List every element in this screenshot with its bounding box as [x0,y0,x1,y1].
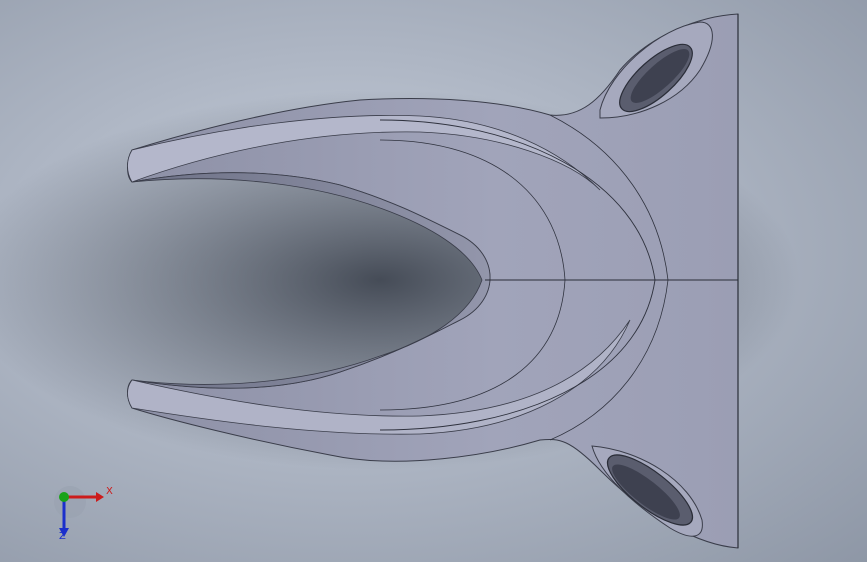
view-orientation-triad: X Z [44,482,114,544]
z-axis-label: Z [59,531,66,542]
triad-svg [54,486,104,537]
graphics-viewport[interactable]: X Z [0,0,867,562]
y-axis-dot [59,492,69,502]
model-view[interactable] [0,0,867,562]
triad-origin-shadow [54,486,86,518]
x-axis-label: X [106,486,113,497]
x-axis-arrow [96,492,104,502]
